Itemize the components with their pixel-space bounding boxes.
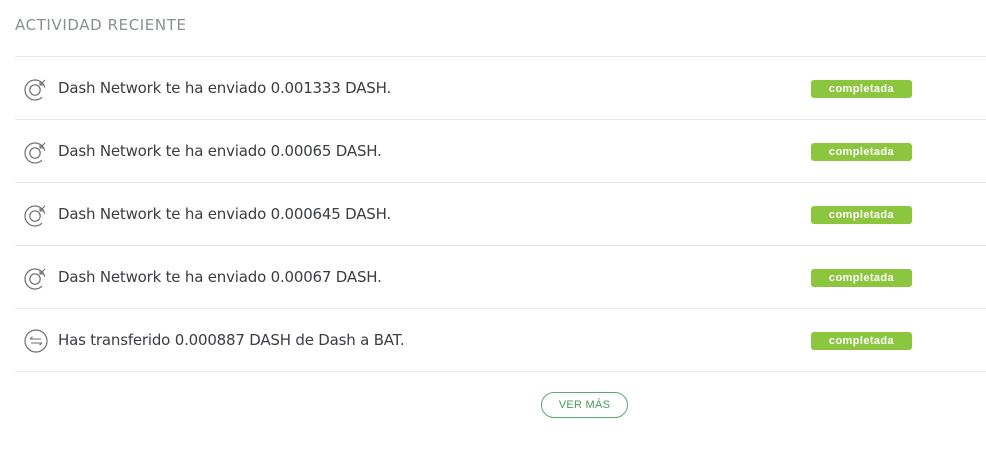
list-item: Dash Network te ha enviado 0.00067 DASH.… <box>15 246 986 309</box>
list-item: Has transferido 0.000887 DASH de Dash a … <box>15 309 986 372</box>
activity-text: Dash Network te ha enviado 0.000645 DASH… <box>58 205 392 223</box>
recent-activity-panel: ACTIVIDAD RECIENTE Dash Network te ha en… <box>0 0 986 456</box>
list-item: Dash Network te ha enviado 0.000645 DASH… <box>15 183 986 246</box>
section-title: ACTIVIDAD RECIENTE <box>15 16 187 34</box>
activity-text: Dash Network te ha enviado 0.00067 DASH. <box>58 268 382 286</box>
list-item: Dash Network te ha enviado 0.00065 DASH.… <box>15 120 986 183</box>
receive-icon <box>23 76 49 102</box>
list-item: Dash Network te ha enviado 0.001333 DASH… <box>15 57 986 120</box>
status-badge: completada <box>811 269 912 287</box>
see-more-button[interactable]: VER MÁS <box>541 392 628 418</box>
status-badge: completada <box>811 332 912 350</box>
receive-icon <box>23 265 49 291</box>
status-badge: completada <box>811 80 912 98</box>
status-badge: completada <box>811 206 912 224</box>
receive-icon <box>23 139 49 165</box>
activity-text: Dash Network te ha enviado 0.00065 DASH. <box>58 142 382 160</box>
activity-text: Has transferido 0.000887 DASH de Dash a … <box>58 331 405 349</box>
transfer-icon <box>23 328 49 354</box>
activity-list: Dash Network te ha enviado 0.001333 DASH… <box>15 56 986 372</box>
status-badge: completada <box>811 143 912 161</box>
receive-icon <box>23 202 49 228</box>
activity-text: Dash Network te ha enviado 0.001333 DASH… <box>58 79 392 97</box>
